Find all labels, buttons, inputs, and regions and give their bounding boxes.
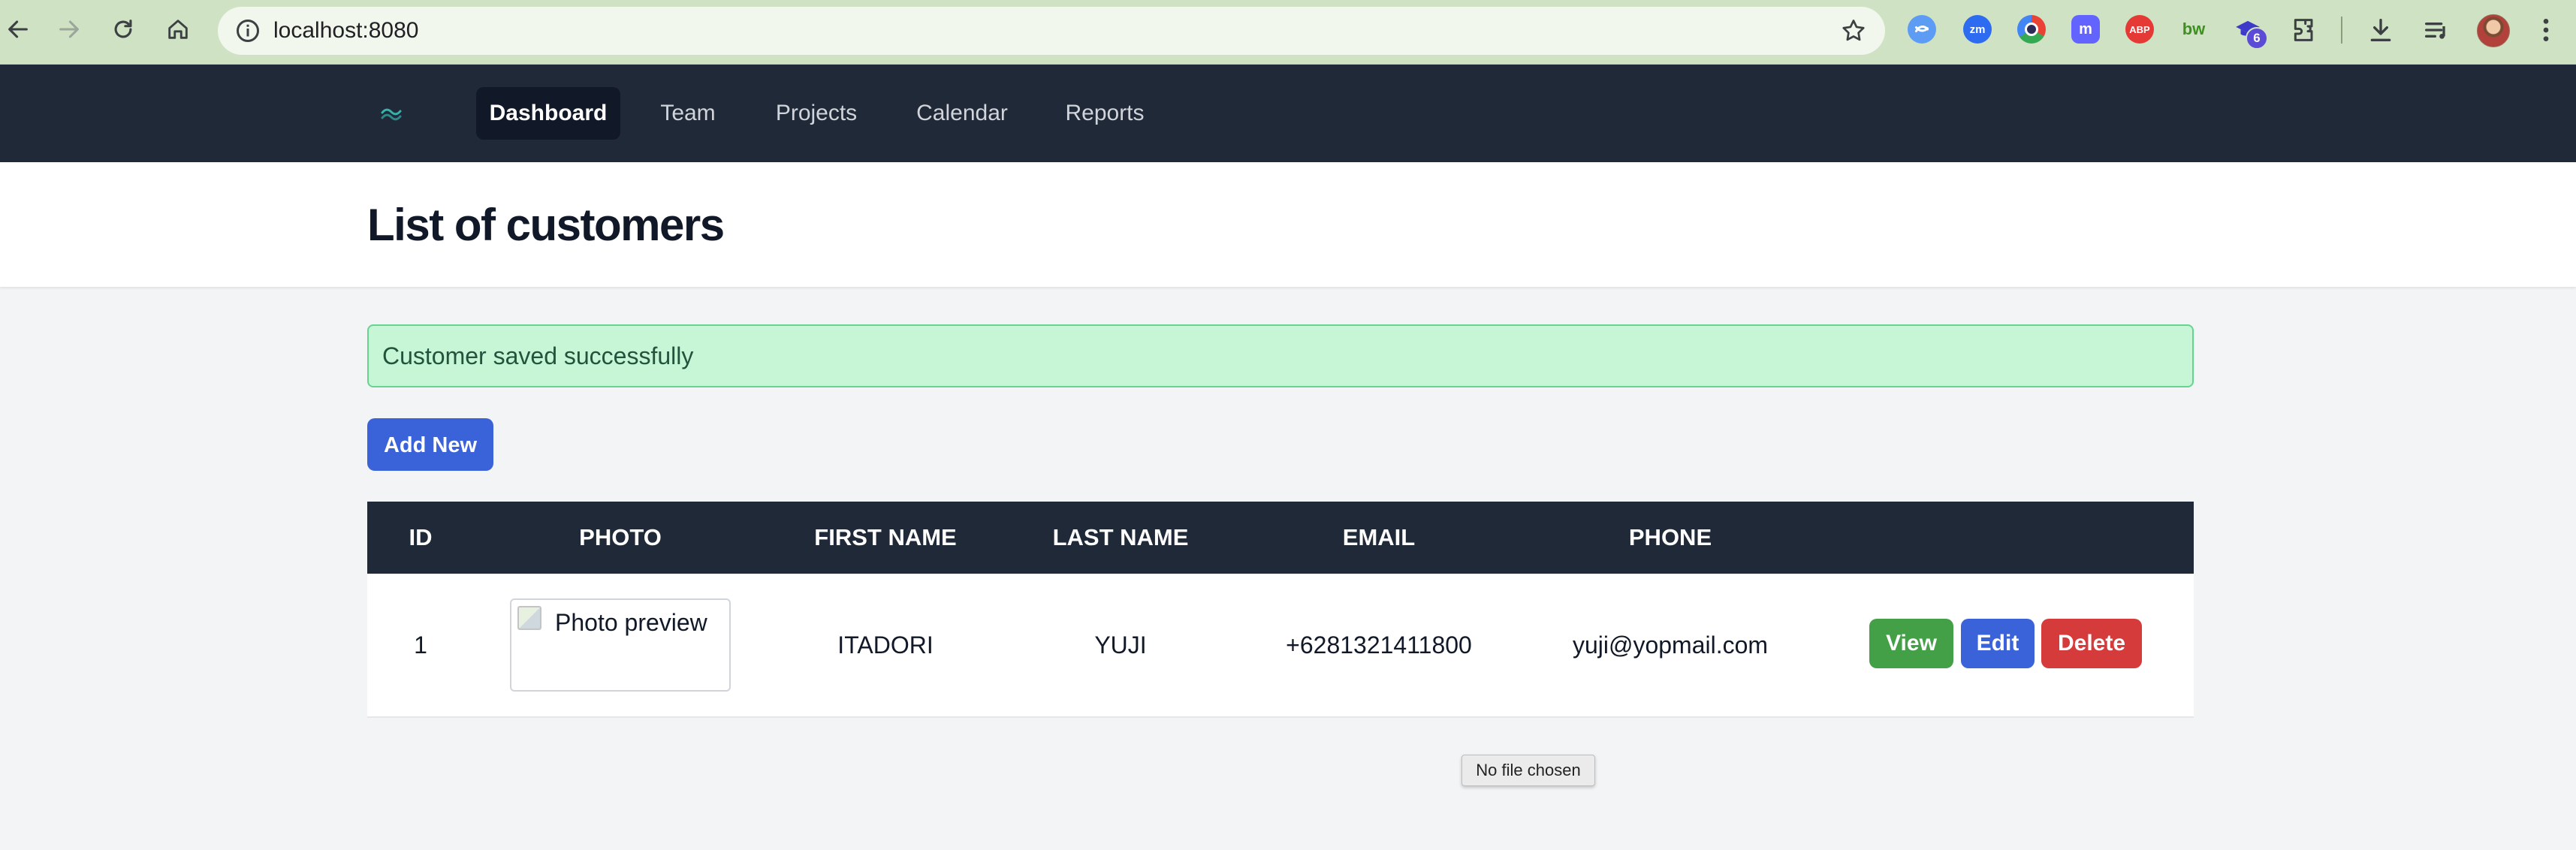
nav-reports[interactable]: Reports [1047,87,1163,140]
bookmark-star-icon[interactable] [1840,17,1867,44]
broken-image-icon [517,606,541,630]
edit-button[interactable]: Edit [1961,619,2035,668]
adblock-plus-extension-icon[interactable]: ABP [2125,15,2154,44]
nav-calendar[interactable]: Calendar [901,87,1023,140]
customers-table: ID PHOTO FIRST NAME LAST NAME EMAIL PHON… [367,502,2194,718]
bw-extension-icon[interactable]: bw [2179,15,2208,44]
cell-first-name: ITADORI [837,631,934,659]
page-title: List of customers [367,200,725,250]
extensions-puzzle-icon[interactable] [2289,15,2319,45]
toolbar-separator [2341,17,2342,44]
cell-email: +6281321411800 [1286,631,1472,659]
photo-alt-text: Photo preview [555,609,707,636]
add-new-button[interactable]: Add New [367,418,493,471]
url-text[interactable]: localhost:8080 [273,7,418,55]
column-header-phone: PHONE [1628,524,1712,550]
zoom-extension-icon[interactable]: zm [1963,15,1992,44]
cell-phone: yuji@yopmail.com [1572,631,1769,659]
blue-swirl-extension-icon[interactable] [1908,15,1936,44]
cell-id: 1 [414,631,427,659]
download-icon[interactable] [2366,15,2396,45]
profile-avatar[interactable] [2477,14,2510,47]
back-icon[interactable] [2,13,35,46]
forward-icon[interactable] [53,13,86,46]
column-header-last-name: LAST NAME [1052,524,1189,550]
home-icon[interactable] [161,13,195,46]
media-queue-icon[interactable] [2421,15,2451,45]
file-input-tooltip: No file chosen [1461,755,1595,786]
column-header-first-name: FIRST NAME [814,524,957,550]
nav-projects[interactable]: Projects [756,87,877,140]
success-alert: Customer saved successfully [367,324,2194,387]
mastodon-extension-icon[interactable]: m [2071,15,2100,44]
photo-preview: Photo preview [510,598,731,692]
column-header-email: EMAIL [1342,524,1416,550]
browser-toolbar: localhost:8080 zm m ABP bw 6 [0,0,2576,65]
extension-badge-count: 6 [2246,27,2268,50]
reload-icon[interactable] [107,13,140,46]
delete-button[interactable]: Delete [2041,619,2142,668]
column-header-photo: PHOTO [579,524,662,550]
nav-team[interactable]: Team [646,87,730,140]
page-header: List of customers [0,162,2576,287]
table-row: 1 Photo preview ITADORI YUJI +6281321411… [367,574,2194,718]
view-button[interactable]: View [1869,619,1953,668]
app-logo-icon[interactable] [380,105,403,122]
circle-extension-icon[interactable] [2017,15,2046,44]
graduation-cap-extension-icon[interactable]: 6 [2234,15,2268,50]
column-header-id: ID [409,524,433,550]
menu-kebab-icon[interactable] [2531,15,2561,45]
site-info-icon[interactable] [234,17,261,44]
nav-dashboard[interactable]: Dashboard [476,87,620,140]
app-navbar: Dashboard Team Projects Calendar Reports [0,65,2576,162]
table-header: ID PHOTO FIRST NAME LAST NAME EMAIL PHON… [367,502,2194,574]
cell-last-name: YUJI [1094,631,1147,659]
address-bar[interactable]: localhost:8080 [218,7,1885,55]
